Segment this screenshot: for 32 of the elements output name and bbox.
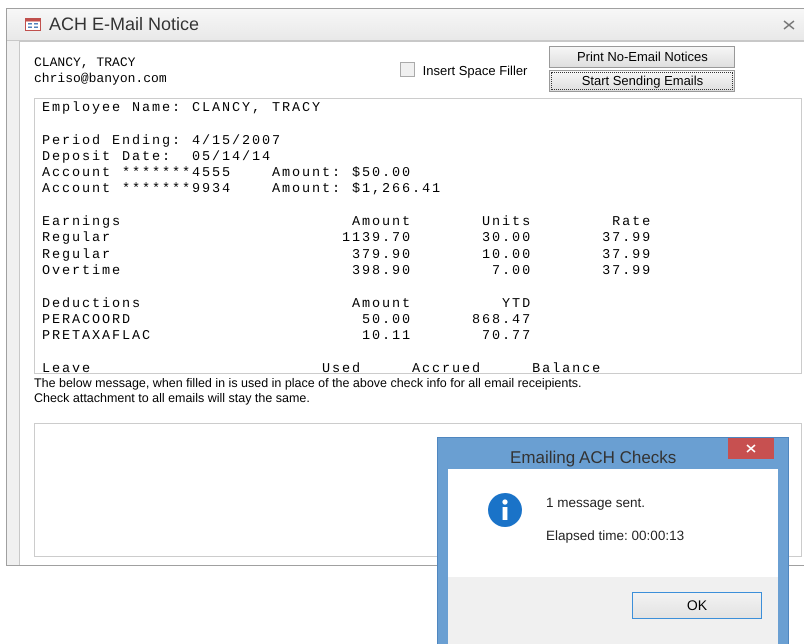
notice-line: PERACOORD 50.00 868.47 <box>42 312 532 330</box>
notice-text-area[interactable] <box>34 98 802 374</box>
notice-line: Account *******9934 Amount: $1,266.41 <box>42 182 442 199</box>
notice-line: PRETAXAFLAC 10.11 70.77 <box>42 329 532 346</box>
dialog-message: Elapsed time: 00:00:13 <box>546 526 684 545</box>
notice-line: Period Ending: 4/15/2007 <box>42 134 282 150</box>
close-icon <box>746 444 756 453</box>
form-icon <box>25 18 41 31</box>
message-hint: The below message, when filled in is used in place of the above check info for all email receipients. <box>34 376 582 391</box>
notice-line: Overtime 398.90 7.00 37.99 <box>42 264 652 280</box>
close-button[interactable] <box>728 438 774 459</box>
notice-line: Deposit Date: 05/14/14 <box>42 150 272 166</box>
recipient-email: chriso@banyon.com <box>34 71 167 87</box>
window-title: ACH E-Mail Notice <box>49 13 200 36</box>
close-icon[interactable] <box>783 20 795 30</box>
action-button[interactable]: Print No-Email Notices <box>549 46 736 68</box>
notice-line: Leave Used Accrued Balance <box>42 362 602 373</box>
notice-line: Regular 1139.70 30.00 37.99 <box>42 231 652 248</box>
notice-line: Employee Name: CLANCY, TRACY <box>42 101 322 118</box>
action-button[interactable]: Start Sending Emails <box>549 70 736 92</box>
notice-line: Account *******4555 Amount: $50.00 <box>42 166 412 182</box>
dialog-title: Emailing ACH Checks <box>510 447 676 469</box>
space-filler-label: Insert Space Filler <box>422 62 528 80</box>
notice-line: Earnings Amount Units Rate <box>42 215 652 231</box>
space-filler-checkbox[interactable] <box>400 62 415 77</box>
info-icon <box>488 493 522 528</box>
recipient-name: CLANCY, TRACY <box>34 55 136 71</box>
dialog-message: 1 message sent. <box>546 494 646 512</box>
notice-line: Deductions Amount YTD <box>42 296 532 313</box>
notice-line: Regular 379.90 10.00 37.99 <box>42 248 652 264</box>
ok-button[interactable]: OK <box>632 592 762 620</box>
message-hint: Check attachment to all emails will stay the same. <box>34 391 310 406</box>
